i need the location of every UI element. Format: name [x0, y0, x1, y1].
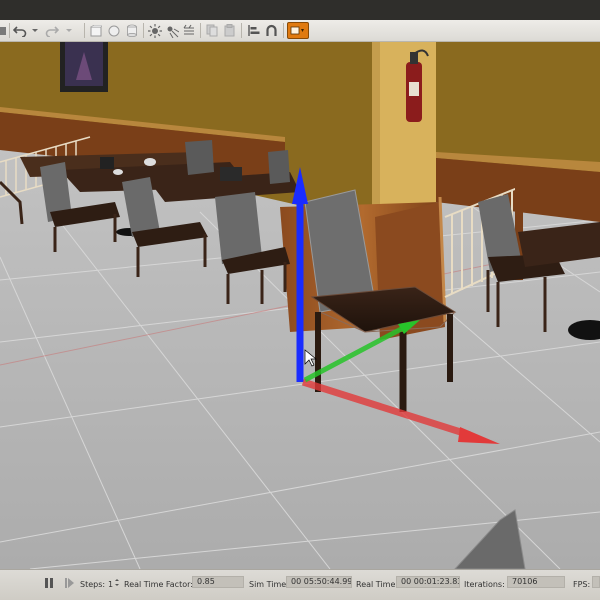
sphere-shape-icon[interactable] [106, 22, 122, 39]
real-time-label: Real Time: [356, 580, 399, 589]
real-time-factor-value: 0.85 [192, 576, 244, 588]
gazebo-window: Steps: 1 Real Time Factor: 0.85 Sim Time… [0, 0, 600, 600]
toolbar-separator [9, 23, 10, 38]
cylinder-shape-icon[interactable] [124, 22, 140, 39]
3d-viewport[interactable] [0, 42, 600, 569]
pause-icon [45, 578, 53, 588]
steps-spinbox[interactable]: 1 [108, 580, 113, 589]
align-icon[interactable] [245, 22, 261, 39]
real-time-value: 00 00:01:23.838 [396, 576, 460, 588]
pause-button[interactable] [44, 577, 54, 591]
copy-icon[interactable] [204, 22, 220, 39]
undo-dropdown-icon[interactable] [30, 22, 40, 39]
redo-icon[interactable] [44, 22, 60, 39]
steps-dropdown-icon[interactable] [114, 579, 120, 589]
toolbar-separator [241, 23, 242, 38]
box-shape-icon[interactable] [88, 22, 104, 39]
title-bar [0, 0, 600, 20]
pillar [372, 42, 436, 220]
toolbar-separator [200, 23, 201, 38]
iterations-value: 70106 [507, 576, 565, 588]
sim-time-value: 00 05:50:44.999 [286, 576, 352, 588]
paste-icon[interactable] [222, 22, 238, 39]
status-bar: Steps: 1 Real Time Factor: 0.85 Sim Time… [0, 569, 600, 600]
sim-time-label: Sim Time: [249, 580, 289, 589]
point-light-icon[interactable] [147, 22, 163, 39]
fps-label: FPS: [573, 580, 591, 589]
step-button[interactable] [64, 577, 76, 591]
steps-label: Steps: [80, 580, 106, 589]
pillar-edge [372, 42, 380, 220]
directional-light-icon[interactable] [181, 22, 197, 39]
undo-icon[interactable] [12, 22, 28, 39]
scene-render [0, 42, 600, 569]
toolbar-separator [143, 23, 144, 38]
toolbar-separator [283, 23, 284, 38]
snap-icon[interactable] [263, 22, 279, 39]
partial-hidden-icon[interactable] [0, 22, 8, 39]
fps-value [592, 576, 600, 588]
spot-light-icon[interactable] [164, 22, 180, 39]
toolbar [0, 20, 600, 42]
iterations-label: Iterations: [464, 580, 505, 589]
redo-dropdown-icon[interactable] [64, 22, 74, 39]
wall-picture [60, 42, 108, 92]
real-time-factor-label: Real Time Factor: [124, 580, 193, 589]
toolbar-separator [84, 23, 85, 38]
step-icon [65, 578, 74, 588]
screenshot-icon[interactable] [287, 22, 309, 39]
